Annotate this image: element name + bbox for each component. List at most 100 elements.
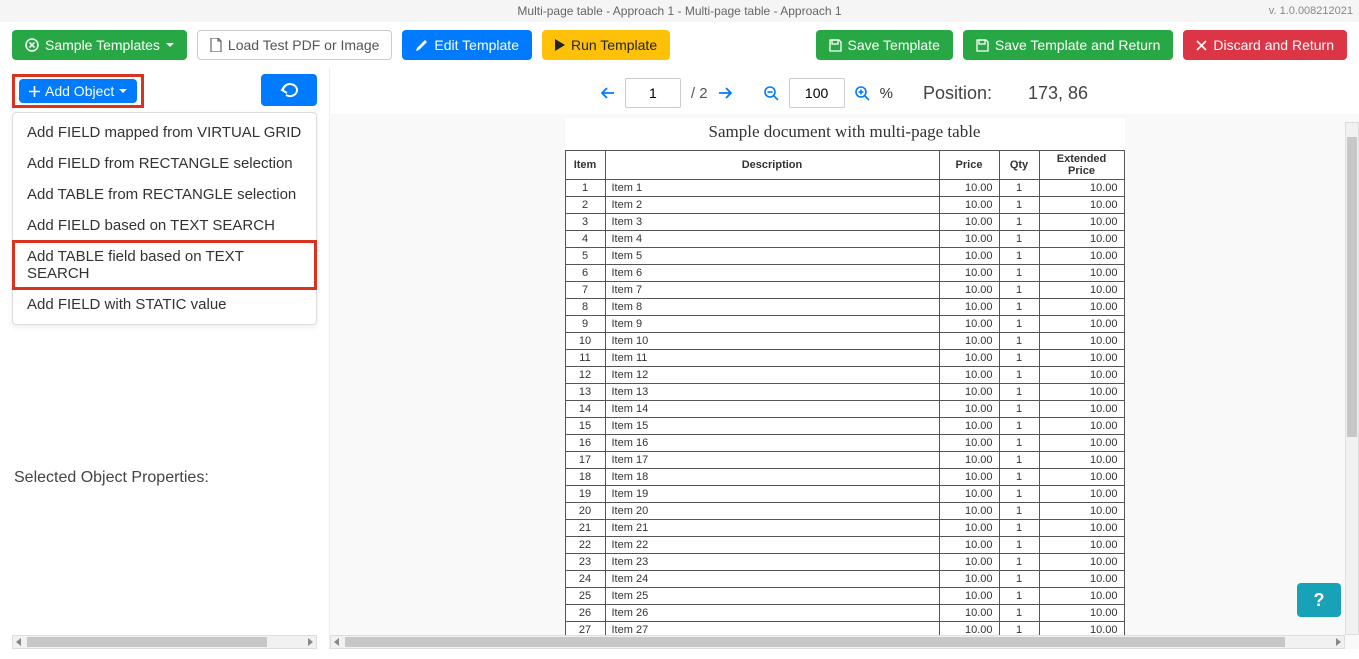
cell-price: 10.00	[939, 265, 999, 282]
cell-qty: 1	[999, 435, 1039, 452]
plus-icon	[29, 86, 40, 97]
cell-desc: Item 6	[605, 265, 939, 282]
selected-object-properties-label: Selected Object Properties:	[0, 455, 329, 501]
run-template-label: Run Template	[571, 37, 657, 53]
zoom-out-button[interactable]	[764, 86, 779, 101]
dropdown-item[interactable]: Add FIELD with STATIC value	[13, 289, 316, 320]
main-toolbar: Sample Templates Load Test PDF or Image …	[0, 22, 1359, 68]
cell-desc: Item 13	[605, 384, 939, 401]
cell-desc: Item 25	[605, 588, 939, 605]
cell-desc: Item 12	[605, 367, 939, 384]
cell-price: 10.00	[939, 401, 999, 418]
prev-page-button[interactable]	[601, 86, 615, 100]
cell-desc: Item 10	[605, 333, 939, 350]
next-page-button[interactable]	[718, 86, 732, 100]
close-icon	[1196, 40, 1207, 51]
cell-qty: 1	[999, 231, 1039, 248]
th-item: Item	[565, 151, 605, 180]
add-object-label: Add Object	[45, 83, 114, 99]
save-template-label: Save Template	[848, 37, 940, 53]
cell-price: 10.00	[939, 282, 999, 299]
cell-desc: Item 20	[605, 503, 939, 520]
cell-desc: Item 17	[605, 452, 939, 469]
save-return-label: Save Template and Return	[995, 37, 1161, 53]
table-row: 26Item 2610.00110.00	[565, 605, 1124, 622]
dropdown-item-highlighted[interactable]: Add TABLE field based on TEXT SEARCH	[13, 241, 316, 289]
cell-item: 8	[565, 299, 605, 316]
load-test-button[interactable]: Load Test PDF or Image	[197, 30, 392, 60]
cell-ext: 10.00	[1039, 571, 1124, 588]
cell-qty: 1	[999, 469, 1039, 486]
edit-template-button[interactable]: Edit Template	[402, 30, 532, 60]
cell-item: 13	[565, 384, 605, 401]
cell-item: 1	[565, 180, 605, 197]
cell-ext: 10.00	[1039, 197, 1124, 214]
help-button[interactable]: ?	[1297, 583, 1341, 617]
cell-item: 24	[565, 571, 605, 588]
cell-price: 10.00	[939, 537, 999, 554]
cell-desc: Item 18	[605, 469, 939, 486]
document-page: Sample document with multi-page table It…	[565, 118, 1125, 641]
position-coords: 173, 86	[1028, 83, 1088, 104]
dropdown-item[interactable]: Add TABLE from RECTANGLE selection	[13, 179, 316, 210]
run-template-button[interactable]: Run Template	[542, 30, 670, 60]
cell-item: 6	[565, 265, 605, 282]
cell-qty: 1	[999, 333, 1039, 350]
dropdown-item[interactable]: Add FIELD based on TEXT SEARCH	[13, 210, 316, 241]
right-panel: / 2 % Position: 173, 86 Sample document …	[330, 68, 1359, 649]
save-return-button[interactable]: Save Template and Return	[963, 30, 1174, 60]
cell-qty: 1	[999, 588, 1039, 605]
edit-template-label: Edit Template	[434, 37, 519, 53]
cell-ext: 10.00	[1039, 503, 1124, 520]
th-qty: Qty	[999, 151, 1039, 180]
cell-price: 10.00	[939, 588, 999, 605]
cell-ext: 10.00	[1039, 282, 1124, 299]
cell-price: 10.00	[939, 554, 999, 571]
dropdown-item[interactable]: Add FIELD from RECTANGLE selection	[13, 148, 316, 179]
sample-templates-button[interactable]: Sample Templates	[12, 30, 187, 60]
table-row: 16Item 1610.00110.00	[565, 435, 1124, 452]
discard-return-label: Discard and Return	[1213, 37, 1334, 53]
cell-price: 10.00	[939, 180, 999, 197]
position-label: Position:	[923, 83, 992, 104]
cell-item: 7	[565, 282, 605, 299]
cell-item: 21	[565, 520, 605, 537]
add-object-button[interactable]: Add Object	[19, 79, 137, 103]
cell-item: 16	[565, 435, 605, 452]
cell-qty: 1	[999, 384, 1039, 401]
cell-desc: Item 26	[605, 605, 939, 622]
save-icon	[829, 39, 842, 52]
cell-item: 15	[565, 418, 605, 435]
cell-ext: 10.00	[1039, 316, 1124, 333]
table-row: 6Item 610.00110.00	[565, 265, 1124, 282]
cell-price: 10.00	[939, 452, 999, 469]
add-object-dropdown: Add FIELD mapped from VIRTUAL GRID Add F…	[12, 112, 317, 325]
undo-button[interactable]	[261, 74, 317, 106]
cell-price: 10.00	[939, 333, 999, 350]
left-h-scrollbar[interactable]	[12, 635, 317, 649]
cell-item: 18	[565, 469, 605, 486]
cell-ext: 10.00	[1039, 486, 1124, 503]
right-h-scrollbar[interactable]	[330, 635, 1345, 649]
zoom-in-button[interactable]	[855, 86, 870, 101]
zoom-input[interactable]	[789, 78, 845, 108]
load-test-label: Load Test PDF or Image	[228, 37, 379, 53]
right-v-scrollbar[interactable]	[1345, 122, 1359, 635]
cell-price: 10.00	[939, 520, 999, 537]
save-template-button[interactable]: Save Template	[816, 30, 953, 60]
table-row: 1Item 110.00110.00	[565, 180, 1124, 197]
cell-price: 10.00	[939, 367, 999, 384]
doc-nav-bar: / 2 % Position: 173, 86	[330, 68, 1359, 114]
left-panel: Add Object Add FIELD mapped from VIRTUAL…	[0, 68, 330, 649]
document-viewport[interactable]: Sample document with multi-page table It…	[330, 114, 1359, 649]
table-header-row: Item Description Price Qty Extended Pric…	[565, 151, 1124, 180]
cell-item: 20	[565, 503, 605, 520]
cell-ext: 10.00	[1039, 401, 1124, 418]
cell-desc: Item 9	[605, 316, 939, 333]
page-number-input[interactable]	[625, 78, 681, 108]
cell-price: 10.00	[939, 214, 999, 231]
table-row: 4Item 410.00110.00	[565, 231, 1124, 248]
dropdown-item[interactable]: Add FIELD mapped from VIRTUAL GRID	[13, 117, 316, 148]
table-row: 9Item 910.00110.00	[565, 316, 1124, 333]
discard-return-button[interactable]: Discard and Return	[1183, 30, 1347, 60]
